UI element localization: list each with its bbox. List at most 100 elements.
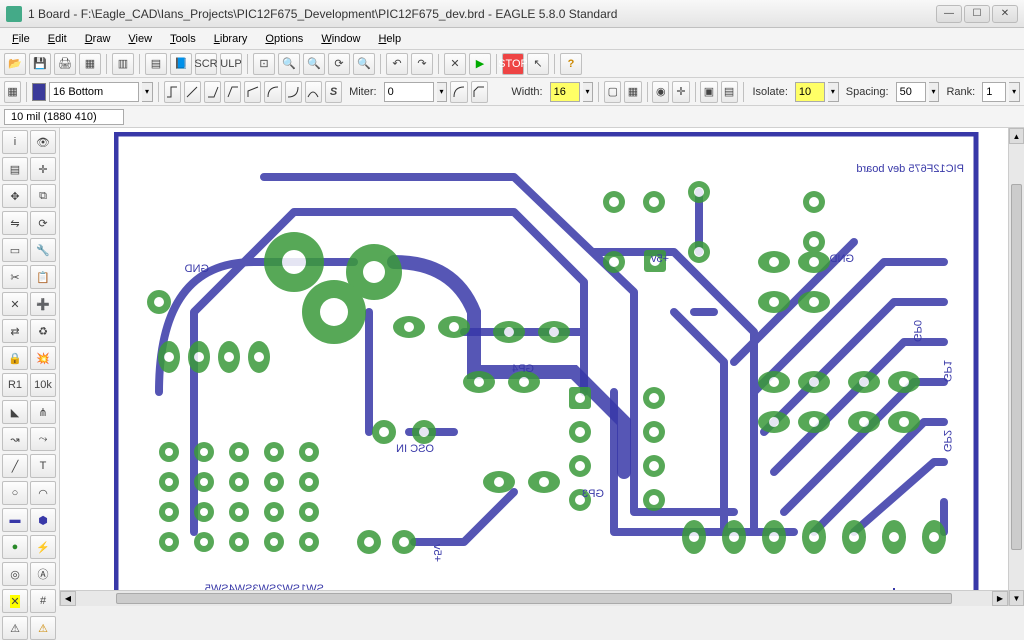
- board-canvas[interactable]: PIC12F675 dev board GND GND +5v +5v GP0 …: [60, 128, 1008, 606]
- bend-3[interactable]: [224, 81, 241, 103]
- grid-button[interactable]: ▦: [4, 81, 21, 103]
- thermals-off[interactable]: ◉: [652, 81, 669, 103]
- help-button[interactable]: ?: [560, 53, 582, 75]
- go-button[interactable]: ▶: [469, 53, 491, 75]
- miter-straight[interactable]: [471, 81, 488, 103]
- hole-tool[interactable]: ◎: [2, 562, 28, 586]
- print-button[interactable]: 🖨: [54, 53, 76, 75]
- library-button[interactable]: 📘: [170, 53, 192, 75]
- layer-select[interactable]: [49, 82, 139, 102]
- rank-input[interactable]: [982, 82, 1006, 102]
- switch-board-button[interactable]: ▥: [112, 53, 134, 75]
- scroll-down-button[interactable]: ▼: [1009, 590, 1024, 606]
- menu-help[interactable]: Help: [370, 31, 409, 47]
- lock-tool[interactable]: 🔒: [2, 346, 28, 370]
- miter-dropdown[interactable]: ▾: [437, 82, 448, 102]
- redo-button[interactable]: ↷: [411, 53, 433, 75]
- info-tool[interactable]: i: [2, 130, 28, 154]
- value-tool[interactable]: 10k: [30, 373, 56, 397]
- stop-button[interactable]: STOP: [502, 53, 524, 75]
- split-tool[interactable]: ⋔: [30, 400, 56, 424]
- cancel-button[interactable]: ✕: [444, 53, 466, 75]
- scroll-left-button[interactable]: ◀: [60, 591, 76, 606]
- orphans-on[interactable]: ▤: [721, 81, 738, 103]
- route-tool[interactable]: ↝: [2, 427, 28, 451]
- change-tool[interactable]: 🔧: [30, 238, 56, 262]
- zoom-in-button[interactable]: 🔍: [278, 53, 300, 75]
- zoom-fit-button[interactable]: ⊡: [253, 53, 275, 75]
- menu-edit[interactable]: Edit: [40, 31, 75, 47]
- mirror-tool[interactable]: ⇋: [2, 211, 28, 235]
- menu-file[interactable]: File: [4, 31, 38, 47]
- errors-tool[interactable]: ⚠: [30, 616, 56, 640]
- save-button[interactable]: 💾: [29, 53, 51, 75]
- auto-tool[interactable]: #: [30, 589, 56, 613]
- add-tool[interactable]: ➕: [30, 292, 56, 316]
- circle-tool[interactable]: ○: [2, 481, 28, 505]
- cam-button[interactable]: ▦: [79, 53, 101, 75]
- zoom-out-button[interactable]: 🔍: [303, 53, 325, 75]
- polygon-tool[interactable]: ⬢: [30, 508, 56, 532]
- scrollbar-horizontal[interactable]: ◀ ▶: [60, 590, 1008, 606]
- mark-tool[interactable]: ✛: [30, 157, 56, 181]
- maximize-button[interactable]: ☐: [964, 5, 990, 23]
- scroll-right-button[interactable]: ▶: [992, 591, 1008, 606]
- wire-tool[interactable]: ╱: [2, 454, 28, 478]
- isolate-dropdown[interactable]: ▾: [828, 82, 839, 102]
- bend-8[interactable]: S: [325, 81, 342, 103]
- ulp-button[interactable]: ULP: [220, 53, 242, 75]
- bend-4[interactable]: [244, 81, 261, 103]
- smash-tool[interactable]: 💥: [30, 346, 56, 370]
- signal-tool[interactable]: ⚡: [30, 535, 56, 559]
- poly-hatch[interactable]: ▦: [624, 81, 641, 103]
- undo-button[interactable]: ↶: [386, 53, 408, 75]
- bend-0[interactable]: [164, 81, 181, 103]
- rank-dropdown[interactable]: ▾: [1009, 82, 1020, 102]
- sheet-button[interactable]: ▤: [145, 53, 167, 75]
- move-tool[interactable]: ✥: [2, 184, 28, 208]
- menu-draw[interactable]: Draw: [77, 31, 119, 47]
- scrollbar-vertical[interactable]: ▲ ▼: [1008, 128, 1024, 606]
- poly-outline[interactable]: ▢: [604, 81, 621, 103]
- text-tool[interactable]: T: [30, 454, 56, 478]
- scroll-thumb-v[interactable]: [1011, 184, 1022, 550]
- thermals-on[interactable]: ✛: [672, 81, 689, 103]
- attribute-tool[interactable]: Ⓐ: [30, 562, 56, 586]
- ratsnest-tool[interactable]: ✕: [2, 589, 28, 613]
- bend-5[interactable]: [264, 81, 281, 103]
- menu-window[interactable]: Window: [313, 31, 368, 47]
- rotate-tool[interactable]: ⟳: [30, 211, 56, 235]
- bend-6[interactable]: [285, 81, 302, 103]
- open-button[interactable]: 📂: [4, 53, 26, 75]
- miter-round[interactable]: [450, 81, 467, 103]
- rect-tool[interactable]: ▬: [2, 508, 28, 532]
- display-tool[interactable]: ▤: [2, 157, 28, 181]
- menu-view[interactable]: View: [120, 31, 160, 47]
- redraw-button[interactable]: ⟳: [328, 53, 350, 75]
- width-input[interactable]: [550, 82, 580, 102]
- close-button[interactable]: ✕: [992, 5, 1018, 23]
- show-tool[interactable]: 👁: [30, 130, 56, 154]
- spacing-input[interactable]: [896, 82, 926, 102]
- name-tool[interactable]: R1: [2, 373, 28, 397]
- miter-input[interactable]: [384, 82, 434, 102]
- scroll-up-button[interactable]: ▲: [1009, 128, 1024, 144]
- bend-7[interactable]: [305, 81, 322, 103]
- menu-library[interactable]: Library: [206, 31, 256, 47]
- via-tool[interactable]: ●: [2, 535, 28, 559]
- paste-tool[interactable]: 📋: [30, 265, 56, 289]
- group-tool[interactable]: ▭: [2, 238, 28, 262]
- copy-tool[interactable]: ⧉: [30, 184, 56, 208]
- select-button[interactable]: ↖: [527, 53, 549, 75]
- minimize-button[interactable]: —: [936, 5, 962, 23]
- cut-tool[interactable]: ✂: [2, 265, 28, 289]
- bend-1[interactable]: [184, 81, 201, 103]
- width-dropdown[interactable]: ▾: [583, 82, 594, 102]
- ripup-tool[interactable]: ⤳: [30, 427, 56, 451]
- layer-dropdown[interactable]: ▾: [142, 82, 153, 102]
- replace-tool[interactable]: ♻: [30, 319, 56, 343]
- layer-color[interactable]: [32, 83, 46, 101]
- menu-tools[interactable]: Tools: [162, 31, 204, 47]
- scroll-thumb-h[interactable]: [116, 593, 952, 604]
- erc-tool[interactable]: ⚠: [2, 616, 28, 640]
